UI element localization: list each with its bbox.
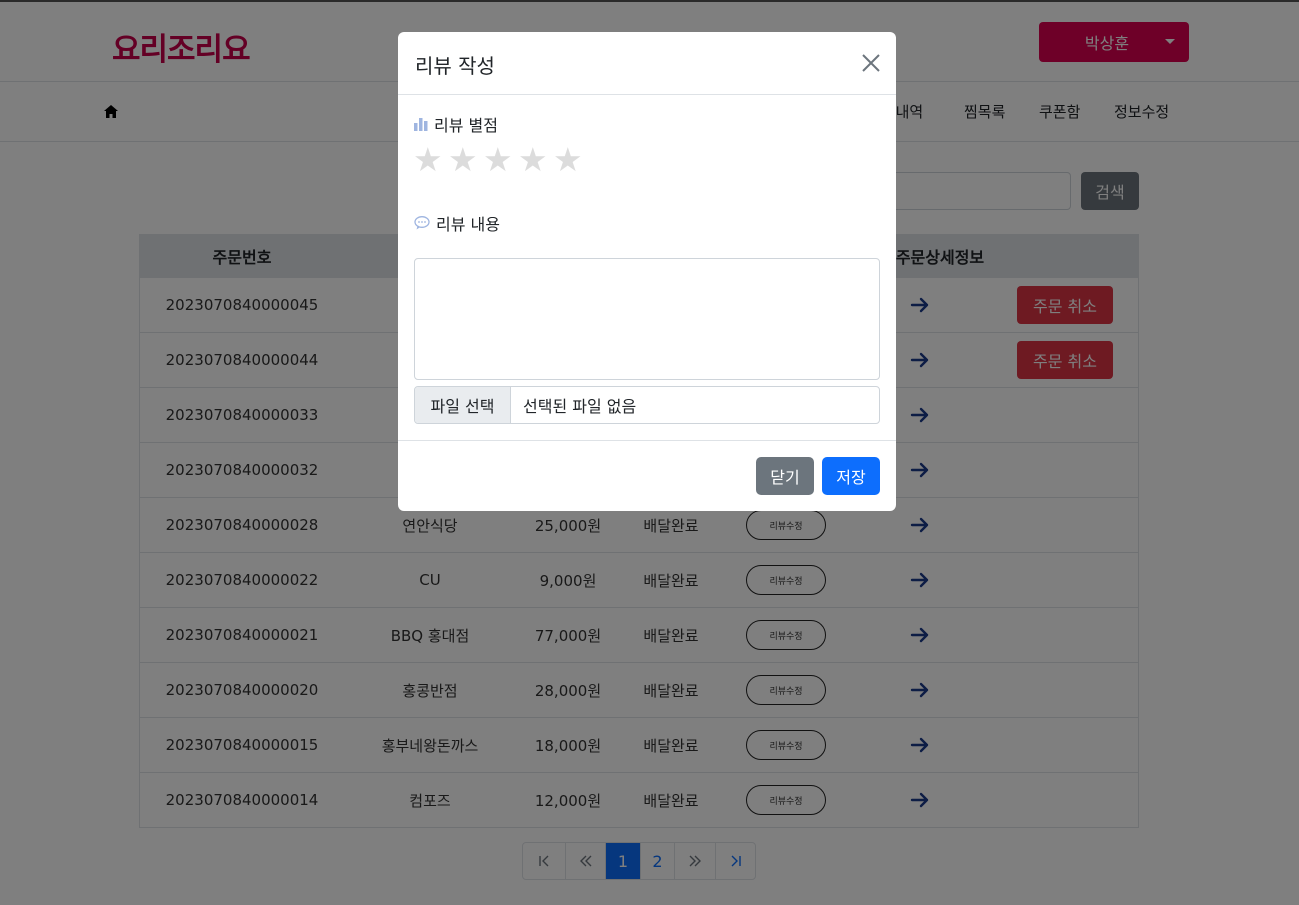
- star-rating[interactable]: ★ ★ ★ ★ ★: [413, 140, 588, 180]
- rating-label-text: 리뷰 별점: [434, 116, 498, 135]
- file-status: 선택된 파일 없음: [523, 397, 637, 416]
- file-select-button[interactable]: 파일 선택: [415, 387, 511, 423]
- close-button[interactable]: 닫기: [756, 457, 814, 495]
- save-button[interactable]: 저장: [822, 457, 880, 495]
- rating-label: 리뷰 별점: [414, 112, 498, 136]
- modal-footer: 닫기 저장: [398, 440, 896, 511]
- chat-bubble-icon: [414, 216, 430, 230]
- modal-title: 리뷰 작성: [415, 54, 495, 78]
- modal-header: 리뷰 작성: [398, 32, 896, 95]
- star-4[interactable]: ★: [518, 140, 553, 180]
- bar-chart-icon: [414, 118, 428, 131]
- content-label: 리뷰 내용: [414, 211, 500, 235]
- star-3[interactable]: ★: [483, 140, 518, 180]
- star-5[interactable]: ★: [553, 140, 588, 180]
- content-label-text: 리뷰 내용: [436, 215, 500, 234]
- close-icon[interactable]: [862, 54, 880, 72]
- review-textarea[interactable]: [414, 258, 880, 380]
- file-input[interactable]: 파일 선택 선택된 파일 없음: [414, 386, 880, 424]
- star-1[interactable]: ★: [413, 140, 448, 180]
- review-modal: 리뷰 작성 리뷰 별점 ★ ★ ★ ★ ★ 리뷰 내용 파일 선택 선택된 파일…: [398, 32, 896, 511]
- star-2[interactable]: ★: [448, 140, 483, 180]
